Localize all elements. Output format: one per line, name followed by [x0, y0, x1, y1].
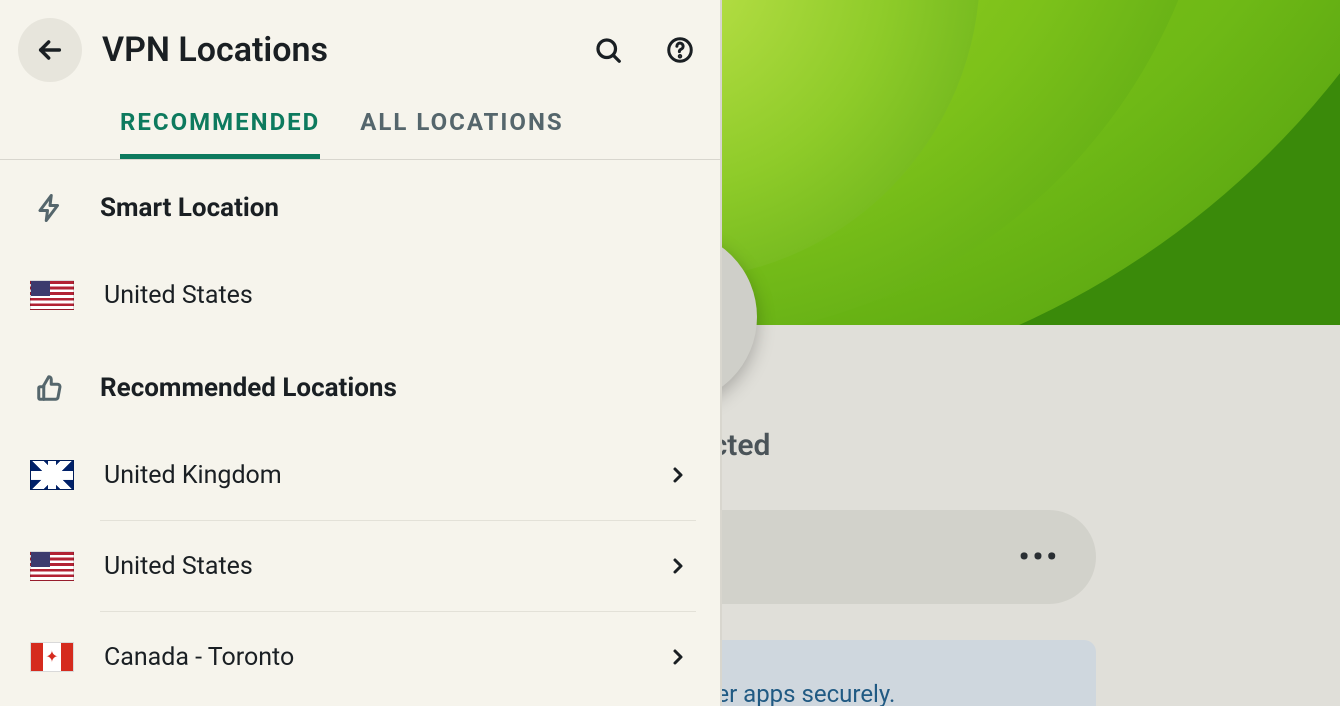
flag-uk-icon	[30, 460, 74, 490]
location-row-ca[interactable]: ✦ Canada - Toronto	[0, 612, 720, 702]
panel-header: VPN Locations	[0, 0, 720, 82]
location-label: United Kingdom	[104, 461, 636, 490]
tab-recommended[interactable]: RECOMMENDED	[120, 108, 320, 159]
arrow-left-icon	[34, 34, 66, 66]
search-button[interactable]	[592, 34, 624, 66]
chevron-right-icon	[666, 554, 690, 578]
section-recommended: Recommended Locations	[0, 340, 720, 430]
section-label: Recommended Locations	[100, 373, 397, 403]
flag-ca-icon: ✦	[30, 642, 74, 672]
section-label: Smart Location	[100, 193, 279, 223]
thumbs-up-icon	[30, 373, 70, 403]
panel-title: VPN Locations	[102, 30, 552, 70]
search-icon	[593, 35, 623, 65]
flag-us-icon	[30, 551, 74, 581]
more-icon[interactable]: •••	[1019, 540, 1060, 575]
back-button[interactable]	[18, 18, 82, 82]
location-label: United States	[104, 281, 690, 310]
help-icon	[665, 35, 695, 65]
tabs: RECOMMENDED ALL LOCATIONS	[0, 82, 720, 159]
flag-us-icon	[30, 280, 74, 310]
smart-location-row[interactable]: United States	[0, 250, 720, 340]
location-row-us[interactable]: United States	[0, 521, 720, 611]
tab-all-locations[interactable]: ALL LOCATIONS	[360, 108, 563, 159]
location-label: Canada - Toronto	[104, 643, 636, 672]
section-smart-location: Smart Location	[0, 160, 720, 250]
location-row-uk[interactable]: United Kingdom	[0, 430, 720, 520]
help-button[interactable]	[664, 34, 696, 66]
locations-panel: VPN Locations RECOMMENDED ALL LOCATIONS …	[0, 0, 720, 706]
chevron-right-icon	[666, 645, 690, 669]
chevron-right-icon	[666, 463, 690, 487]
location-label: United States	[104, 552, 636, 581]
lightning-icon	[30, 193, 70, 223]
